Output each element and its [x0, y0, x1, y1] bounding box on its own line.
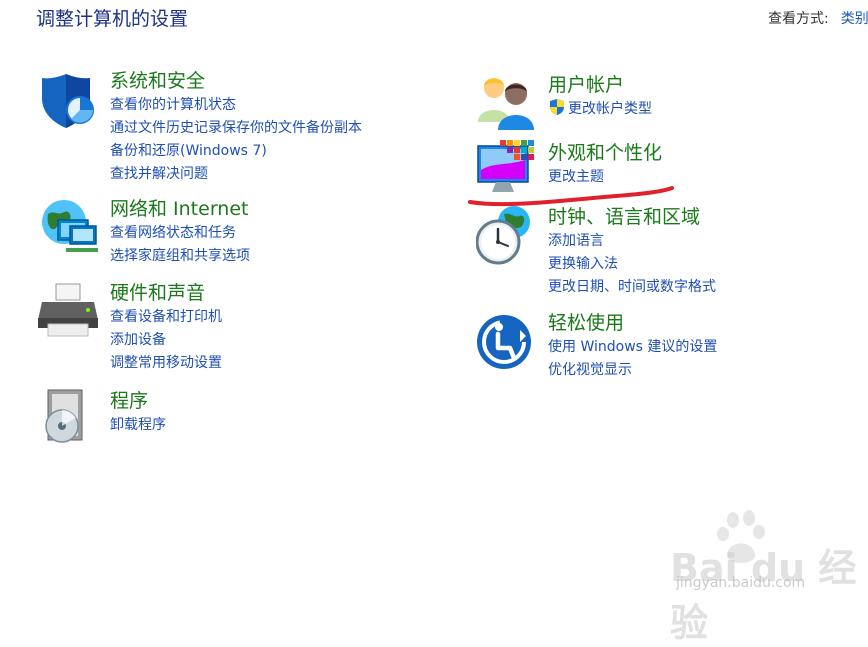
- link-add-language[interactable]: 添加语言: [548, 230, 716, 253]
- link-view-computer-status[interactable]: 查看你的计算机状态: [110, 94, 362, 117]
- view-by-label: 查看方式:: [768, 11, 829, 27]
- view-by-dropdown[interactable]: 类别: [841, 11, 868, 27]
- category-title[interactable]: 系统和安全: [110, 68, 362, 94]
- view-by: 查看方式: 类别: [768, 8, 868, 28]
- network-globe-icon[interactable]: [38, 196, 100, 258]
- category-title[interactable]: 用户帐户: [548, 72, 652, 98]
- link-change-account-type[interactable]: 更改帐户类型: [548, 98, 652, 121]
- link-label: 更改帐户类型: [568, 101, 652, 117]
- uac-shield-icon: [550, 99, 564, 115]
- category-title[interactable]: 网络和 Internet: [110, 196, 250, 222]
- category-title[interactable]: 轻松使用: [548, 310, 717, 336]
- link-recommended-settings[interactable]: 使用 Windows 建议的设置: [548, 336, 717, 359]
- link-network-status[interactable]: 查看网络状态和任务: [110, 222, 250, 245]
- watermark-brand: Bai du 经验: [670, 546, 857, 645]
- link-troubleshoot[interactable]: 查找并解决问题: [110, 163, 362, 186]
- link-devices-printers[interactable]: 查看设备和打印机: [110, 306, 222, 329]
- page-title: 调整计算机的设置: [36, 8, 189, 30]
- link-add-device[interactable]: 添加设备: [110, 329, 222, 352]
- ease-of-access-icon[interactable]: [476, 310, 538, 372]
- category-title[interactable]: 硬件和声音: [110, 280, 222, 306]
- link-date-time-format[interactable]: 更改日期、时间或数字格式: [548, 276, 716, 299]
- category-title[interactable]: 程序: [110, 388, 166, 414]
- clock-globe-icon[interactable]: [476, 204, 538, 266]
- users-icon[interactable]: [476, 72, 538, 134]
- category-title[interactable]: 时钟、语言和区域: [548, 204, 716, 230]
- programs-disc-icon[interactable]: [38, 388, 100, 450]
- link-uninstall-program[interactable]: 卸载程序: [110, 414, 166, 437]
- shield-security-icon[interactable]: [38, 68, 100, 130]
- printer-icon[interactable]: [38, 280, 100, 342]
- link-mobility-settings[interactable]: 调整常用移动设置: [110, 352, 222, 375]
- watermark-url: jingyan.baidu.com: [676, 575, 806, 591]
- category-title[interactable]: 外观和个性化: [548, 140, 662, 166]
- link-optimize-visual[interactable]: 优化视觉显示: [548, 359, 717, 382]
- link-change-input-method[interactable]: 更换输入法: [548, 253, 716, 276]
- link-file-history[interactable]: 通过文件历史记录保存你的文件备份副本: [110, 117, 362, 140]
- link-homegroup[interactable]: 选择家庭组和共享选项: [110, 245, 250, 268]
- link-backup-restore[interactable]: 备份和还原(Windows 7): [110, 140, 362, 163]
